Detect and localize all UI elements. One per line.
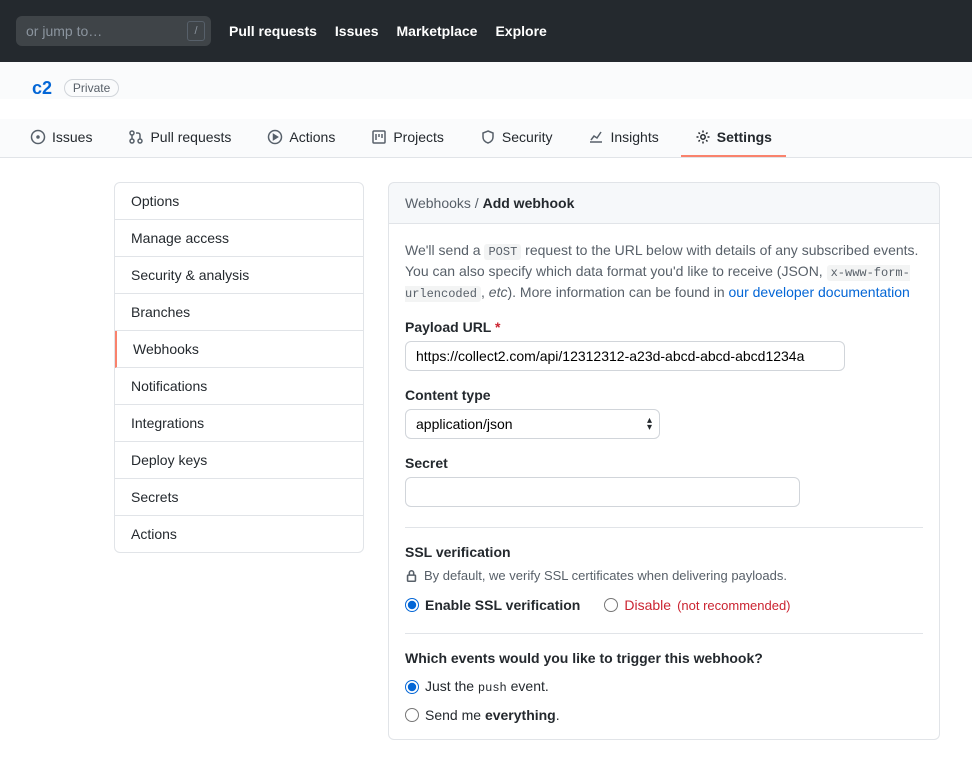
breadcrumb-current: Add webhook	[483, 195, 575, 211]
ssl-enable-option[interactable]: Enable SSL verification	[405, 597, 580, 613]
ssl-options: Enable SSL verification Disable (not rec…	[405, 597, 923, 613]
panel-body: We'll send a POST request to the URL bel…	[388, 224, 940, 740]
top-nav: Pull requests Issues Marketplace Explore	[229, 23, 547, 39]
sidebar-item-actions[interactable]: Actions	[115, 516, 363, 552]
breadcrumb-sep: /	[471, 195, 483, 211]
event-just-push-option[interactable]: Just the push event.	[405, 678, 923, 695]
tab-label: Settings	[717, 129, 772, 145]
tab-projects[interactable]: Projects	[357, 119, 458, 157]
tab-label: Actions	[289, 129, 335, 145]
events-heading: Which events would you like to trigger t…	[405, 650, 923, 666]
gear-icon	[695, 129, 711, 145]
event-everything-label: Send me everything.	[425, 707, 560, 723]
search-placeholder: or jump to…	[26, 23, 102, 39]
ssl-enable-label: Enable SSL verification	[425, 597, 580, 613]
play-icon	[267, 129, 283, 145]
nav-explore[interactable]: Explore	[495, 23, 546, 39]
nav-pull-requests[interactable]: Pull requests	[229, 23, 317, 39]
event-everything-radio[interactable]	[405, 708, 419, 722]
tab-security[interactable]: Security	[466, 119, 567, 157]
ssl-enable-radio[interactable]	[405, 598, 419, 612]
tab-insights[interactable]: Insights	[574, 119, 672, 157]
divider	[405, 633, 923, 634]
content-type-select[interactable]: application/json	[405, 409, 660, 439]
secret-label: Secret	[405, 455, 923, 471]
slash-key-icon: /	[187, 21, 205, 41]
tab-label: Issues	[52, 129, 92, 145]
search-input[interactable]: or jump to… /	[16, 16, 211, 46]
issue-icon	[30, 129, 46, 145]
sidebar-item-branches[interactable]: Branches	[115, 294, 363, 331]
sidebar-item-options[interactable]: Options	[115, 183, 363, 220]
field-payload-url: Payload URL *	[405, 319, 923, 371]
tab-label: Pull requests	[150, 129, 231, 145]
tab-actions[interactable]: Actions	[253, 119, 349, 157]
main-panel: Webhooks / Add webhook We'll send a POST…	[388, 182, 940, 740]
sidebar-item-secrets[interactable]: Secrets	[115, 479, 363, 516]
ssl-info: By default, we verify SSL certificates w…	[405, 568, 923, 583]
pr-icon	[128, 129, 144, 145]
repo-name[interactable]: c2	[32, 78, 52, 98]
tab-issues[interactable]: Issues	[16, 119, 106, 157]
graph-icon	[588, 129, 604, 145]
code-post: POST	[484, 244, 521, 260]
developer-docs-link[interactable]: our developer documentation	[729, 284, 910, 300]
tab-label: Security	[502, 129, 553, 145]
repo-tabs: Issues Pull requests Actions Projects Se…	[0, 119, 972, 158]
secret-input[interactable]	[405, 477, 800, 507]
ssl-disable-label: Disable	[624, 597, 671, 613]
ssl-info-text: By default, we verify SSL certificates w…	[424, 568, 787, 583]
panel-header: Webhooks / Add webhook	[388, 182, 940, 224]
sidebar-item-deploy-keys[interactable]: Deploy keys	[115, 442, 363, 479]
sidebar-item-security-analysis[interactable]: Security & analysis	[115, 257, 363, 294]
nav-issues[interactable]: Issues	[335, 23, 379, 39]
project-icon	[371, 129, 387, 145]
repo-bar: c2 Private	[0, 62, 972, 99]
visibility-badge: Private	[64, 79, 119, 97]
nav-marketplace[interactable]: Marketplace	[397, 23, 478, 39]
ssl-disable-option[interactable]: Disable (not recommended)	[604, 597, 790, 613]
ssl-disable-note: (not recommended)	[677, 598, 790, 613]
divider	[405, 527, 923, 528]
content-area: Options Manage access Security & analysi…	[82, 158, 972, 763]
content-type-label: Content type	[405, 387, 923, 403]
description: We'll send a POST request to the URL bel…	[405, 240, 923, 303]
sidebar-item-notifications[interactable]: Notifications	[115, 368, 363, 405]
settings-sidebar: Options Manage access Security & analysi…	[114, 182, 364, 553]
field-content-type: Content type application/json ▴▾	[405, 387, 923, 439]
payload-url-input[interactable]	[405, 341, 845, 371]
event-options: Just the push event. Send me everything.	[405, 678, 923, 723]
event-just-push-label: Just the push event.	[425, 678, 549, 695]
shield-icon	[480, 129, 496, 145]
lock-icon	[405, 569, 418, 583]
sidebar-item-integrations[interactable]: Integrations	[115, 405, 363, 442]
tab-pull-requests[interactable]: Pull requests	[114, 119, 245, 157]
ssl-heading: SSL verification	[405, 544, 923, 560]
sidebar-item-webhooks[interactable]: Webhooks	[115, 331, 363, 368]
payload-url-label: Payload URL *	[405, 319, 923, 335]
tab-label: Insights	[610, 129, 658, 145]
breadcrumb-parent[interactable]: Webhooks	[405, 195, 471, 211]
tab-settings[interactable]: Settings	[681, 119, 786, 157]
ssl-disable-radio[interactable]	[604, 598, 618, 612]
tab-label: Projects	[393, 129, 444, 145]
sidebar-item-manage-access[interactable]: Manage access	[115, 220, 363, 257]
top-header: or jump to… / Pull requests Issues Marke…	[0, 0, 972, 62]
event-just-push-radio[interactable]	[405, 680, 419, 694]
event-everything-option[interactable]: Send me everything.	[405, 707, 923, 723]
field-secret: Secret	[405, 455, 923, 507]
